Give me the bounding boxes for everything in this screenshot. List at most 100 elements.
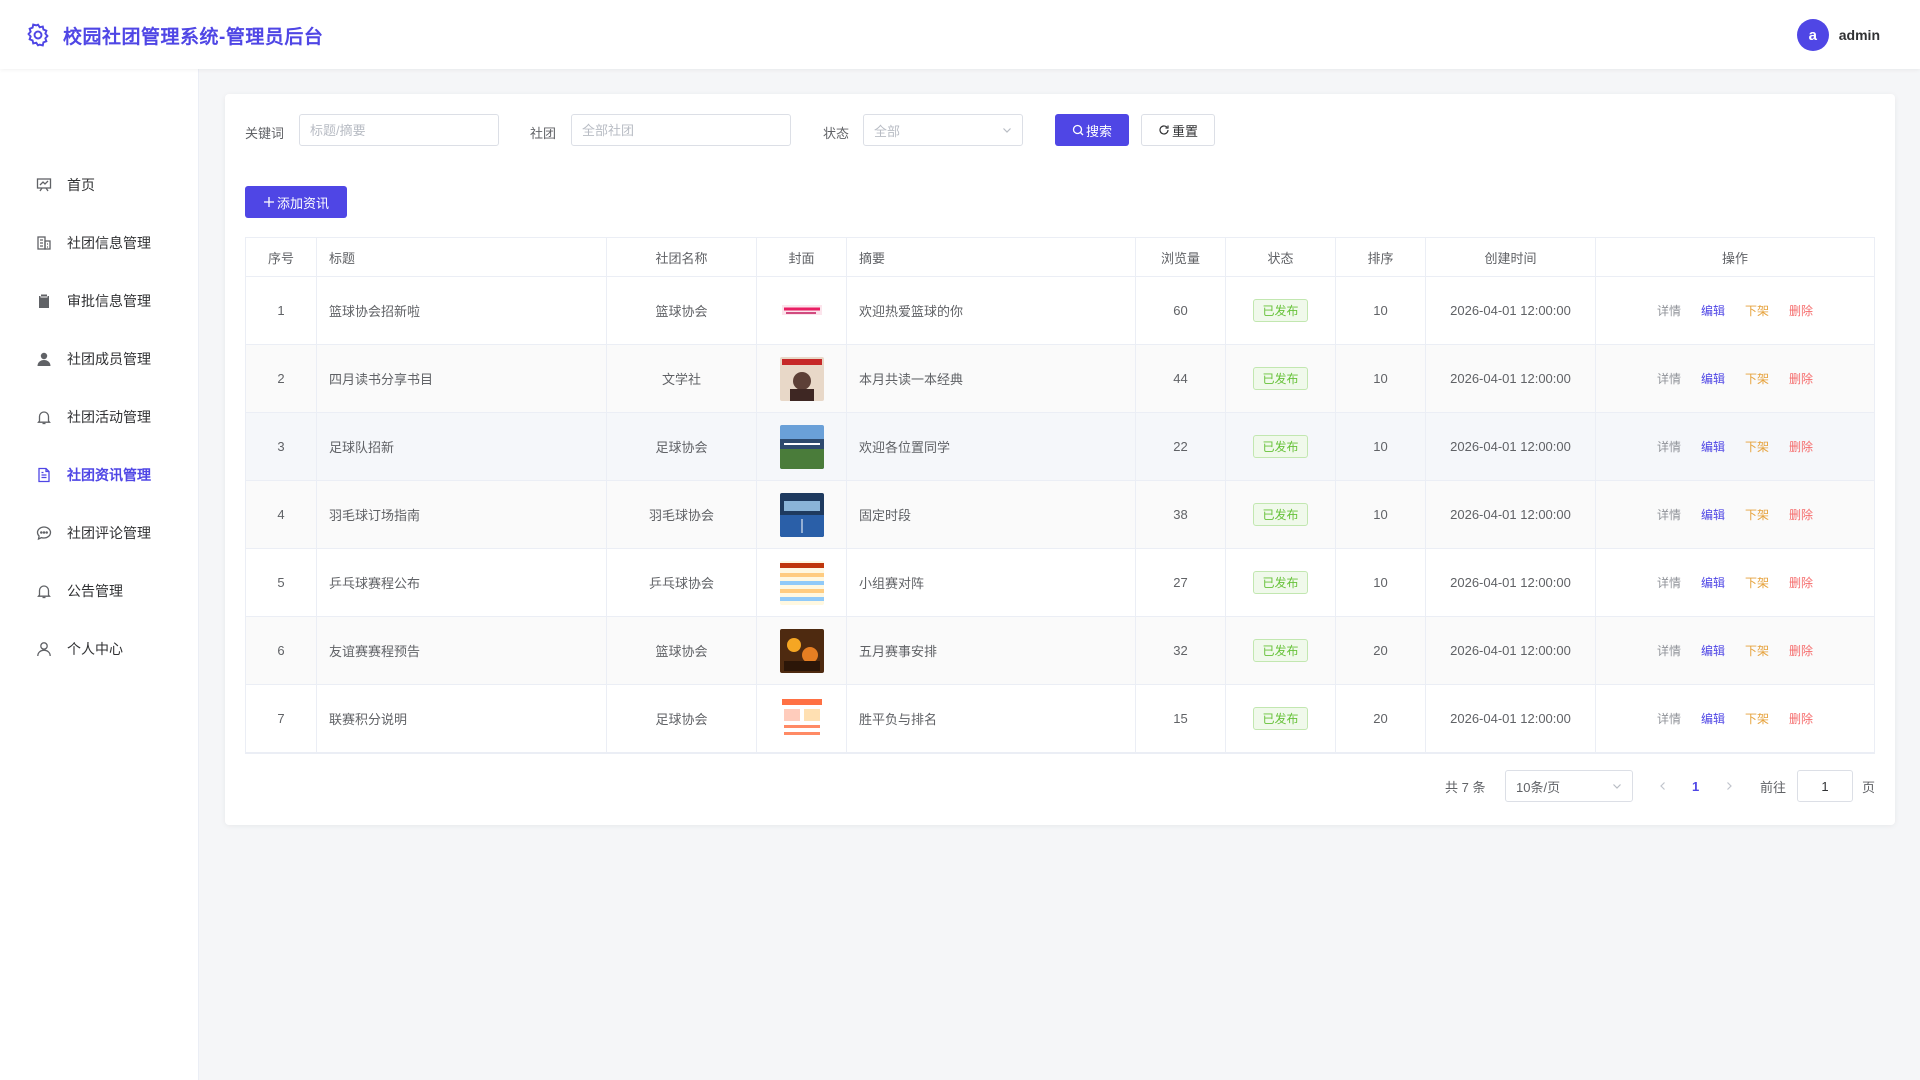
status-badge: 已发布 bbox=[1253, 707, 1308, 730]
sidebar-item-profile[interactable]: 个人中心 bbox=[0, 629, 199, 669]
table-row[interactable]: 1 篮球协会招新啦 篮球协会 欢迎热爱篮球的你 60 已发布 10 2026-04-01 12… bbox=[246, 277, 1874, 345]
sidebar-item-announcements[interactable]: 公告管理 bbox=[0, 571, 199, 611]
table-row[interactable]: 3 足球队招新 足球协会 欢迎各位置同学 22 已发布 10 2026-04-01 12:00… bbox=[246, 413, 1874, 481]
page-number-current[interactable]: 1 bbox=[1692, 770, 1699, 802]
cell-summary: 本月共读一本经典 bbox=[847, 345, 1136, 412]
cell-created: 2026-04-01 12:00:00 bbox=[1426, 549, 1596, 616]
sidebar-item-news[interactable]: 社团资讯管理 bbox=[0, 455, 199, 495]
delete-button[interactable]: 删除 bbox=[1789, 506, 1813, 523]
table-body: 1 篮球协会招新啦 篮球协会 欢迎热爱篮球的你 60 已发布 10 2026-04-01 12… bbox=[246, 277, 1874, 753]
prev-page-button[interactable] bbox=[1658, 770, 1668, 802]
table-row[interactable]: 5 乒乓球赛程公布 乒乓球协会 小组赛对阵 27 已发布 10 2026-04-01 12:0… bbox=[246, 549, 1874, 617]
row-actions: 详情 编辑 下架 删除 bbox=[1657, 506, 1813, 523]
status-select-value: 全部 bbox=[874, 123, 901, 139]
club-select[interactable] bbox=[571, 114, 791, 146]
sidebar-item-label: 社团成员管理 bbox=[67, 351, 151, 367]
delete-button[interactable]: 删除 bbox=[1789, 438, 1813, 455]
cell-created: 2026-04-01 12:00:00 bbox=[1426, 685, 1596, 752]
sidebar-item-home[interactable]: 首页 bbox=[0, 165, 199, 205]
unpublish-button[interactable]: 下架 bbox=[1745, 642, 1769, 659]
cell-cover bbox=[757, 549, 847, 616]
edit-button[interactable]: 编辑 bbox=[1701, 710, 1725, 727]
add-news-button[interactable]: 添加资讯 bbox=[245, 186, 347, 218]
table-header: 序号 标题 社团名称 封面 摘要 浏览量 状态 排序 创建时间 操作 bbox=[246, 238, 1874, 277]
edit-button[interactable]: 编辑 bbox=[1701, 302, 1725, 319]
cover-image[interactable] bbox=[779, 560, 824, 605]
col-no: 序号 bbox=[246, 238, 317, 276]
clipboard-icon bbox=[35, 292, 53, 310]
keyword-label: 关键词 bbox=[245, 126, 285, 141]
status-select[interactable]: 全部 bbox=[863, 114, 1023, 146]
sidebar-item-members[interactable]: 社团成员管理 bbox=[0, 339, 199, 379]
sidebar-item-club-info[interactable]: 社团信息管理 bbox=[0, 223, 199, 263]
cell-views: 32 bbox=[1136, 617, 1226, 684]
col-cover: 封面 bbox=[757, 238, 847, 276]
edit-button[interactable]: 编辑 bbox=[1701, 574, 1725, 591]
detail-button[interactable]: 详情 bbox=[1657, 642, 1681, 659]
username[interactable]: admin bbox=[1839, 27, 1880, 43]
chat-dot-icon bbox=[35, 524, 53, 542]
table-row[interactable]: 2 四月读书分享书目 文学社 本月共读一本经典 44 已发布 10 2026-04-01 12… bbox=[246, 345, 1874, 413]
cell-title: 四月读书分享书目 bbox=[317, 345, 607, 412]
detail-button[interactable]: 详情 bbox=[1657, 710, 1681, 727]
cover-image[interactable] bbox=[779, 628, 824, 673]
unpublish-button[interactable]: 下架 bbox=[1745, 506, 1769, 523]
sidebar-item-activities[interactable]: 社团活动管理 bbox=[0, 397, 199, 437]
user-menu[interactable]: a admin bbox=[1796, 19, 1880, 51]
status-badge: 已发布 bbox=[1253, 639, 1308, 662]
unpublish-button[interactable]: 下架 bbox=[1745, 370, 1769, 387]
cell-status: 已发布 bbox=[1226, 617, 1336, 684]
cover-image[interactable] bbox=[779, 424, 824, 469]
unpublish-button[interactable]: 下架 bbox=[1745, 710, 1769, 727]
table-row[interactable]: 6 友谊赛赛程预告 篮球协会 五月赛事安排 32 已发布 20 2026-04-01 12:0… bbox=[246, 617, 1874, 685]
unpublish-button[interactable]: 下架 bbox=[1745, 438, 1769, 455]
chart-board-icon bbox=[35, 176, 53, 194]
cover-image[interactable] bbox=[779, 288, 824, 333]
cell-no: 7 bbox=[246, 685, 317, 752]
search-button[interactable]: 搜索 bbox=[1055, 114, 1129, 146]
cell-summary: 固定时段 bbox=[847, 481, 1136, 548]
delete-button[interactable]: 删除 bbox=[1789, 370, 1813, 387]
sidebar-item-label: 首页 bbox=[67, 177, 95, 193]
goto-page-input[interactable] bbox=[1797, 770, 1853, 802]
page-size-select[interactable]: 10条/页 bbox=[1505, 770, 1633, 802]
detail-button[interactable]: 详情 bbox=[1657, 438, 1681, 455]
edit-button[interactable]: 编辑 bbox=[1701, 506, 1725, 523]
cell-status: 已发布 bbox=[1226, 413, 1336, 480]
sidebar-item-approval[interactable]: 审批信息管理 bbox=[0, 281, 199, 321]
next-page-button[interactable] bbox=[1724, 770, 1734, 802]
delete-button[interactable]: 删除 bbox=[1789, 710, 1813, 727]
delete-button[interactable]: 删除 bbox=[1789, 574, 1813, 591]
cover-image[interactable] bbox=[779, 696, 824, 741]
sidebar-item-comments[interactable]: 社团评论管理 bbox=[0, 513, 199, 553]
detail-button[interactable]: 详情 bbox=[1657, 574, 1681, 591]
edit-button[interactable]: 编辑 bbox=[1701, 642, 1725, 659]
sidebar-item-label: 公告管理 bbox=[67, 583, 123, 599]
detail-button[interactable]: 详情 bbox=[1657, 302, 1681, 319]
detail-button[interactable]: 详情 bbox=[1657, 370, 1681, 387]
bell-icon bbox=[35, 582, 53, 600]
sidebar-item-label: 社团活动管理 bbox=[67, 409, 151, 425]
edit-button[interactable]: 编辑 bbox=[1701, 438, 1725, 455]
row-actions: 详情 编辑 下架 删除 bbox=[1657, 302, 1813, 319]
detail-button[interactable]: 详情 bbox=[1657, 506, 1681, 523]
unpublish-button[interactable]: 下架 bbox=[1745, 574, 1769, 591]
chevron-left-icon bbox=[1660, 782, 1665, 790]
table-row[interactable]: 4 羽毛球订场指南 羽毛球协会 固定时段 38 已发布 10 2026-04-01 12:00… bbox=[246, 481, 1874, 549]
cell-sort: 10 bbox=[1336, 413, 1426, 480]
cell-club: 篮球协会 bbox=[607, 277, 757, 344]
edit-button[interactable]: 编辑 bbox=[1701, 370, 1725, 387]
cell-title: 足球队招新 bbox=[317, 413, 607, 480]
status-badge: 已发布 bbox=[1253, 503, 1308, 526]
cover-image[interactable] bbox=[779, 492, 824, 537]
avatar[interactable]: a bbox=[1796, 19, 1829, 51]
reset-button[interactable]: 重置 bbox=[1141, 114, 1215, 146]
delete-button[interactable]: 删除 bbox=[1789, 642, 1813, 659]
cell-created: 2026-04-01 12:00:00 bbox=[1426, 481, 1596, 548]
keyword-input[interactable] bbox=[299, 114, 499, 146]
delete-button[interactable]: 删除 bbox=[1789, 302, 1813, 319]
cell-title: 友谊赛赛程预告 bbox=[317, 617, 607, 684]
cover-image[interactable] bbox=[779, 356, 824, 401]
table-row[interactable]: 7 联赛积分说明 足球协会 胜平负与排名 15 已发布 20 2026-04-01 12:00… bbox=[246, 685, 1874, 753]
unpublish-button[interactable]: 下架 bbox=[1745, 302, 1769, 319]
